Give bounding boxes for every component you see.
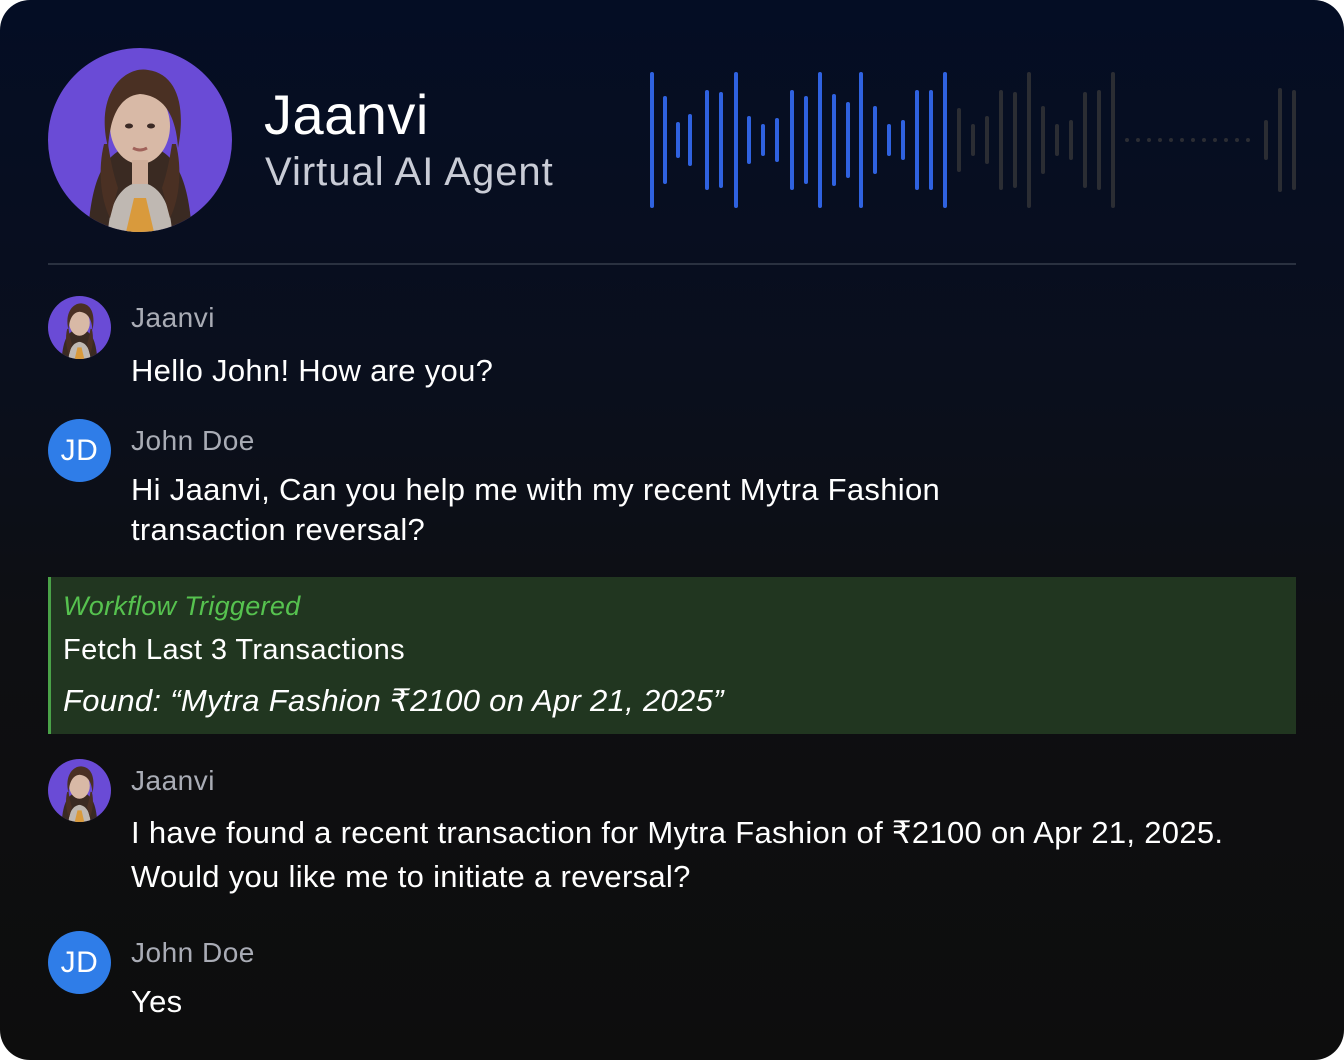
agent-portrait-icon bbox=[61, 766, 98, 822]
message-text: Hello John! How are you? bbox=[131, 353, 494, 388]
workflow-title: Workflow Triggered bbox=[63, 591, 301, 621]
workflow-card: Workflow Triggered Fetch Last 3 Transact… bbox=[48, 577, 1296, 734]
message-sender: Jaanvi bbox=[131, 302, 215, 333]
message-sender: John Doe bbox=[131, 937, 255, 968]
voice-waveform bbox=[650, 72, 1296, 208]
agent-role: Virtual AI Agent bbox=[265, 150, 554, 194]
agent-avatar bbox=[48, 48, 232, 232]
agent-portrait-icon bbox=[88, 69, 192, 232]
header-divider bbox=[48, 263, 1296, 265]
voice-agent-panel: Jaanvi Virtual AI Agent Jaanvi Hello Joh… bbox=[0, 0, 1344, 1060]
workflow-result: Found: “Mytra Fashion ₹2100 on Apr 21, 2… bbox=[63, 683, 724, 718]
workflow-step: Fetch Last 3 Transactions bbox=[63, 634, 406, 666]
user-avatar: JD bbox=[48, 419, 111, 482]
agent-name: Jaanvi bbox=[264, 83, 429, 146]
message-sender: John Doe bbox=[131, 425, 255, 456]
agent-message-avatar bbox=[48, 759, 111, 822]
message-text: Yes bbox=[131, 984, 183, 1019]
message-text: Hi Jaanvi, Can you help me with my recen… bbox=[131, 472, 941, 547]
user-avatar: JD bbox=[48, 931, 111, 994]
agent-portrait-icon bbox=[61, 303, 98, 359]
message-text: I have found a recent transaction for My… bbox=[131, 815, 1224, 894]
message-sender: Jaanvi bbox=[131, 765, 215, 796]
agent-message-avatar bbox=[48, 296, 111, 359]
